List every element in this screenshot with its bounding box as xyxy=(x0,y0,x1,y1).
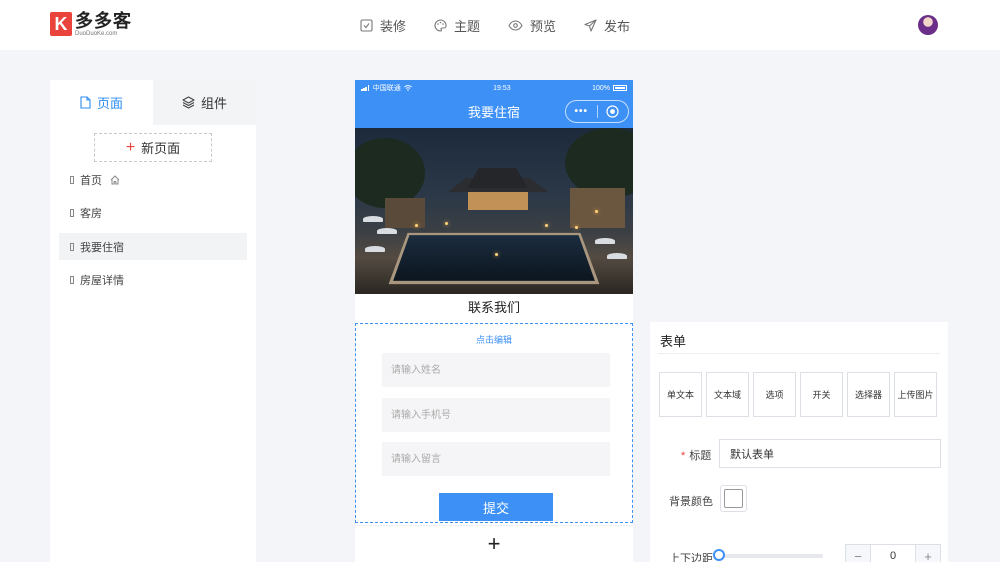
signal-icon xyxy=(361,85,370,91)
form-settings-panel: 表单 单文本 文本域 选项 开关 选择器 上传图片 *标题 背景颜色 上下边距 … xyxy=(650,322,948,562)
new-page-button[interactable]: + 新页面 xyxy=(94,133,212,162)
single-text-button[interactable]: 单文本 xyxy=(659,372,702,417)
page-item-rooms[interactable]: 客房 xyxy=(59,200,247,227)
hero-image[interactable] xyxy=(355,128,633,294)
wifi-icon xyxy=(403,85,412,91)
user-avatar[interactable] xyxy=(918,15,938,35)
mini-program-capsule: ••• xyxy=(565,100,629,123)
eye-icon xyxy=(508,19,523,31)
page-icon xyxy=(70,209,74,217)
section-title: 联系我们 xyxy=(467,300,520,315)
close-target-icon[interactable] xyxy=(598,105,629,118)
nav-theme[interactable]: 主题 xyxy=(434,16,480,35)
page-item-booking[interactable]: 我要住宿 xyxy=(59,233,247,260)
form-title-input[interactable] xyxy=(719,439,941,468)
add-component-button[interactable]: + xyxy=(355,525,633,562)
bg-color-picker[interactable] xyxy=(720,485,747,512)
upload-image-button[interactable]: 上传图片 xyxy=(894,372,937,417)
send-icon xyxy=(584,18,597,32)
more-icon[interactable]: ••• xyxy=(566,106,597,117)
document-icon xyxy=(80,96,91,109)
textarea-button[interactable]: 文本域 xyxy=(706,372,749,417)
nav-preview[interactable]: 预览 xyxy=(508,16,556,35)
nav-label: 发布 xyxy=(604,18,631,34)
message-input[interactable] xyxy=(382,442,610,476)
panel-title: 表单 xyxy=(660,334,687,349)
margin-stepper: − 0 + xyxy=(845,544,941,562)
page-item-home[interactable]: 首页 xyxy=(59,166,247,193)
palette-icon xyxy=(434,18,447,32)
left-panel: 页面 组件 + 新页面 首页 客房 我要住宿 房屋详情 xyxy=(50,80,256,562)
nav-label: 装修 xyxy=(380,18,407,34)
margin-value[interactable]: 0 xyxy=(870,545,916,562)
home-icon xyxy=(110,174,120,184)
phone-header: 中国联通 19:53 100% 我要住宿 ••• xyxy=(355,80,633,128)
status-bar: 中国联通 19:53 100% xyxy=(355,80,633,96)
tab-components[interactable]: 组件 xyxy=(153,80,256,125)
title-label: * 标题 xyxy=(681,450,712,462)
option-button[interactable]: 选项 xyxy=(753,372,796,417)
logo-mark: K xyxy=(50,12,72,36)
form-block-selected[interactable]: 点击编辑 提交 xyxy=(355,323,633,523)
page-icon xyxy=(70,276,74,284)
margin-slider-track[interactable] xyxy=(719,554,823,558)
margin-label: 上下边距 xyxy=(669,553,713,562)
top-bar: K 多多客 DuoDuoKe.com 装修 主题 预览 发布 xyxy=(0,0,1000,50)
nav-publish[interactable]: 发布 xyxy=(584,16,630,35)
status-time: 19:53 xyxy=(493,84,511,92)
layers-icon xyxy=(182,96,195,109)
page-icon xyxy=(70,242,74,251)
page-item-house-detail[interactable]: 房屋详情 xyxy=(59,267,247,294)
page-icon xyxy=(70,175,74,184)
nav-decorate[interactable]: 装修 xyxy=(360,16,406,35)
picker-button[interactable]: 选择器 xyxy=(847,372,890,417)
nav-label: 预览 xyxy=(530,18,557,34)
phone-preview: 中国联通 19:53 100% 我要住宿 ••• 联系我们 点击编辑 请输入姓名… xyxy=(355,80,633,562)
carrier: 中国联通 xyxy=(372,85,401,92)
margin-slider-handle[interactable] xyxy=(713,549,725,561)
brand-name: 多多客 xyxy=(75,11,132,31)
phone-input[interactable] xyxy=(382,398,610,432)
form-component-list: 单文本 文本域 选项 开关 选择器 上传图片 xyxy=(659,372,941,417)
brand-logo[interactable]: K 多多客 DuoDuoKe.com xyxy=(50,12,132,38)
nav-label: 主题 xyxy=(454,18,481,34)
top-nav: 装修 主题 预览 发布 xyxy=(360,0,658,50)
switch-button[interactable]: 开关 xyxy=(800,372,843,417)
edit-hint[interactable]: 点击编辑 xyxy=(356,333,632,346)
submit-button[interactable]: 提交 xyxy=(439,493,553,521)
square-check-icon xyxy=(360,18,373,32)
brand-subtitle: DuoDuoKe.com xyxy=(75,31,118,37)
battery-icon xyxy=(613,85,627,91)
plus-icon: + xyxy=(125,138,136,156)
bg-color-label: 背景颜色 xyxy=(669,496,713,508)
decrement-button[interactable]: − xyxy=(846,545,870,562)
tab-pages[interactable]: 页面 xyxy=(50,80,153,125)
name-input[interactable] xyxy=(382,353,610,387)
battery-percent: 100% xyxy=(592,84,610,92)
panel-tabs: 页面 组件 xyxy=(50,80,256,125)
page-list: 首页 客房 我要住宿 房屋详情 xyxy=(59,166,247,300)
increment-button[interactable]: + xyxy=(916,545,940,562)
